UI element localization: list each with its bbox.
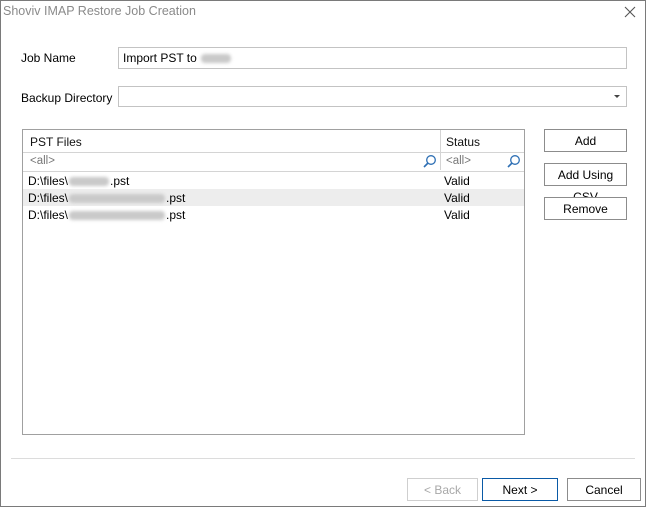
table-row[interactable]: D:\files\ .pst Valid: [23, 206, 524, 223]
pst-file-cell: D:\files\ .pst: [28, 174, 130, 188]
table-row[interactable]: D:\files\ .pst Valid: [23, 189, 524, 206]
window-title: Shoviv IMAP Restore Job Creation: [3, 4, 196, 18]
backup-directory-select[interactable]: [118, 86, 627, 107]
next-button[interactable]: Next >: [482, 478, 558, 501]
redacted-text: [69, 194, 166, 204]
table-row[interactable]: D:\files\ .pst Valid: [23, 172, 524, 189]
remove-button[interactable]: Remove: [544, 197, 627, 220]
pst-file-cell: D:\files\ .pst: [28, 191, 186, 205]
add-using-csv-button[interactable]: Add Using CSV: [544, 163, 627, 204]
redacted-text: [69, 211, 166, 221]
redacted-text: [201, 54, 232, 64]
search-icon[interactable]: [422, 154, 437, 169]
column-header-status[interactable]: Status: [446, 135, 480, 149]
redacted-text: [69, 177, 110, 187]
job-name-input[interactable]: Import PST to: [118, 47, 627, 69]
filter-pst-files[interactable]: <all>: [30, 155, 55, 167]
footer-divider: [11, 458, 635, 459]
pst-file-cell: D:\files\ .pst: [28, 208, 186, 222]
close-icon[interactable]: [623, 5, 637, 19]
job-name-value: Import PST to: [123, 51, 197, 65]
search-icon[interactable]: [506, 154, 521, 169]
dropdown-arrow-icon[interactable]: [614, 95, 620, 98]
backup-directory-label: Backup Directory: [21, 91, 113, 105]
back-button[interactable]: < Back: [407, 478, 478, 501]
status-cell: Valid: [444, 174, 470, 188]
column-header-pst-files[interactable]: PST Files: [30, 135, 82, 149]
filter-status[interactable]: <all>: [446, 155, 471, 167]
grid-header: PST Files Status: [23, 130, 524, 153]
job-name-label: Job Name: [21, 51, 76, 65]
status-cell: Valid: [444, 208, 470, 222]
add-button[interactable]: Add: [544, 129, 627, 152]
status-cell: Valid: [444, 191, 470, 205]
pst-files-grid[interactable]: PST Files Status <all> <all> D:\files\ .p…: [22, 129, 525, 435]
cancel-button[interactable]: Cancel: [567, 478, 641, 501]
dialog-window: Shoviv IMAP Restore Job Creation Job Nam…: [0, 0, 646, 507]
filter-row: <all> <all>: [23, 152, 524, 172]
